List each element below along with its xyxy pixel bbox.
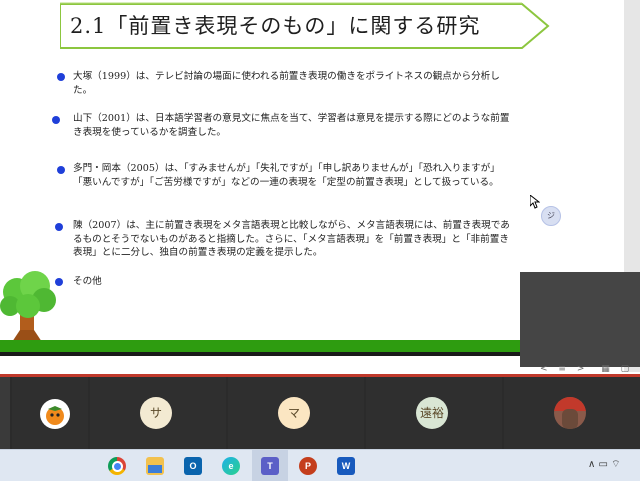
grid-view-icon[interactable]: ▦ bbox=[601, 364, 610, 374]
photo-avatar bbox=[554, 397, 586, 429]
more-icon[interactable]: ▢ bbox=[621, 364, 630, 374]
teams-icon[interactable]: T bbox=[261, 457, 279, 475]
participant-avatar: サ bbox=[140, 397, 172, 429]
bullet-icon bbox=[57, 166, 65, 174]
persimmon-avatar-icon bbox=[40, 399, 70, 429]
participant-tile[interactable]: サ bbox=[90, 377, 226, 449]
chrome-icon[interactable] bbox=[108, 457, 126, 475]
participant-avatar: マ bbox=[278, 397, 310, 429]
grass-shadow bbox=[0, 352, 520, 356]
mouse-cursor-icon bbox=[530, 195, 540, 209]
bullet-icon bbox=[52, 116, 60, 124]
slide-item-4: 陳（2007）は、主に前置き表現をメタ言語表現と比較しながら、メタ言語表現には、… bbox=[73, 220, 510, 258]
bullet-icon bbox=[57, 73, 65, 81]
prev-slide-icon[interactable]: < bbox=[540, 364, 548, 374]
slide-item-3: 多門・岡本（2005）は、「すみませんが」「失礼ですが」「申し訳ありませんが」「… bbox=[73, 163, 500, 188]
tree-illustration bbox=[0, 271, 56, 342]
participant-tile[interactable] bbox=[504, 377, 640, 449]
participants-bar: サ マ 遠裕 bbox=[0, 377, 640, 449]
participant-avatar: 遠裕 bbox=[416, 397, 448, 429]
outlook-icon[interactable]: O bbox=[184, 457, 202, 475]
taskbar: O e T P W ∧ ▭ ⌔ bbox=[0, 449, 640, 481]
bullet-icon bbox=[55, 223, 63, 231]
slide-controls: < ≡ > ▦ ▢ bbox=[540, 364, 629, 374]
edge-icon[interactable]: e bbox=[222, 457, 240, 475]
slide-menu-icon[interactable]: ≡ bbox=[558, 364, 566, 374]
participant-tile[interactable]: マ bbox=[228, 377, 364, 449]
powerpoint-icon[interactable]: P bbox=[299, 457, 317, 475]
slide-item-1: 大塚（1999）は、テレビ討論の場面に使われる前置き表現の働きをポライトネスの観… bbox=[73, 71, 500, 96]
participant-tile[interactable] bbox=[12, 377, 88, 449]
self-video-tile[interactable] bbox=[520, 272, 640, 367]
grass-strip bbox=[0, 340, 520, 352]
slide-item-2: 山下（2001）は、日本語学習者の意見文に焦点を当て、学習者は意見を提示する際に… bbox=[73, 113, 510, 138]
system-tray[interactable]: ∧ ▭ ⌔ bbox=[588, 458, 621, 471]
participant-tile[interactable] bbox=[0, 377, 10, 449]
participant-tile[interactable]: 遠裕 bbox=[366, 377, 502, 449]
sticky-badge[interactable]: ジ bbox=[541, 206, 561, 226]
word-icon[interactable]: W bbox=[337, 457, 355, 475]
slide-title: 2.1「前置き表現そのもの」に関する研究 bbox=[70, 14, 481, 38]
file-explorer-icon[interactable] bbox=[146, 457, 164, 475]
next-slide-icon[interactable]: > bbox=[577, 364, 585, 374]
slide-item-5: その他 bbox=[73, 276, 102, 287]
